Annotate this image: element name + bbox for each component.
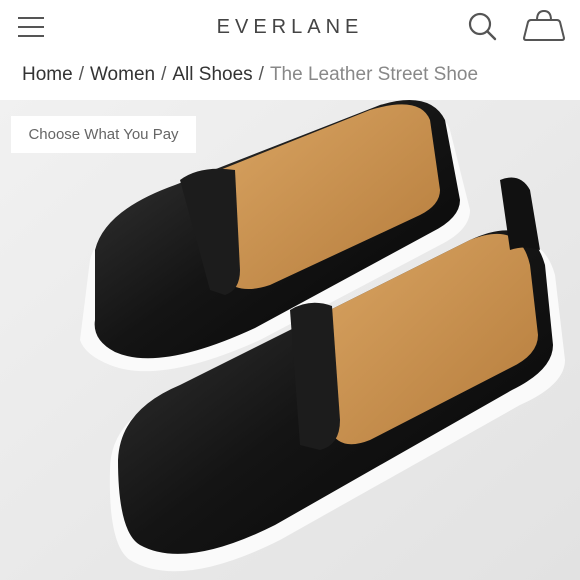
breadcrumb-women[interactable]: Women bbox=[90, 64, 155, 85]
product-image[interactable] bbox=[0, 100, 580, 580]
breadcrumb: Home / Women / All Shoes / The Leather Street … bbox=[22, 64, 478, 86]
shoe-illustration bbox=[0, 100, 580, 580]
shopping-bag-icon[interactable] bbox=[520, 8, 568, 44]
breadcrumb-separator: / bbox=[258, 64, 264, 85]
breadcrumb-separator: / bbox=[78, 64, 84, 85]
search-icon[interactable] bbox=[466, 10, 498, 42]
breadcrumb-home[interactable]: Home bbox=[22, 64, 73, 85]
top-nav-bar: EVERLANE bbox=[0, 0, 580, 56]
breadcrumb-separator: / bbox=[161, 64, 167, 85]
breadcrumb-current-page: The Leather Street Shoe bbox=[269, 64, 479, 85]
choose-what-you-pay-badge[interactable]: Choose What You Pay bbox=[11, 116, 196, 153]
breadcrumb-all-shoes[interactable]: All Shoes bbox=[172, 64, 252, 85]
